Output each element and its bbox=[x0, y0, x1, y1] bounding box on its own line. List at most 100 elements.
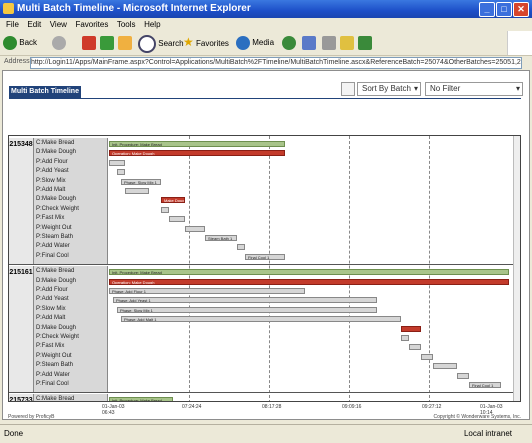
address-input[interactable]: http://Login11/Apps/MainFrame.aspx?Contr… bbox=[30, 57, 522, 69]
minimize-button[interactable]: _ bbox=[479, 2, 495, 17]
forward-arrow-icon bbox=[52, 35, 66, 50]
edit-button[interactable] bbox=[340, 35, 354, 50]
axis-tick-label: 01-Jan-03 06:43 bbox=[102, 404, 125, 416]
timeline-bar[interactable]: Make Dough bbox=[161, 197, 185, 204]
timeline-bar[interactable] bbox=[401, 325, 421, 332]
timeline-bar[interactable] bbox=[409, 344, 421, 351]
timeline-bar[interactable]: Final Cool 1 bbox=[469, 382, 501, 388]
home-icon bbox=[118, 35, 132, 50]
timeline-bar[interactable]: Phase: Slow Mix 1 bbox=[117, 306, 377, 313]
home-button[interactable] bbox=[118, 35, 132, 50]
step-label: P:Slow Mix bbox=[36, 305, 66, 312]
timeline-bar[interactable] bbox=[117, 169, 125, 176]
print-icon bbox=[322, 35, 336, 50]
menu-tools[interactable]: Tools bbox=[117, 18, 136, 31]
axis-tick-label: 09:09:16 bbox=[342, 404, 362, 410]
batch-separator bbox=[9, 392, 520, 394]
batch-id: 215348 bbox=[9, 141, 33, 148]
messenger-icon bbox=[358, 35, 372, 50]
menu-view[interactable]: View bbox=[50, 18, 67, 31]
timeline-bar[interactable] bbox=[169, 216, 185, 223]
timeline-bar[interactable]: Phase: Slow Mix 1 bbox=[121, 178, 161, 185]
timeline-bar[interactable]: Init. Procedure: Make Bread bbox=[109, 397, 173, 401]
batch-id-cell: 215348 bbox=[9, 138, 34, 265]
timeline-bar[interactable] bbox=[161, 206, 169, 213]
step-label: C:Make Bread bbox=[36, 140, 75, 146]
timeline-bar[interactable] bbox=[401, 335, 409, 341]
batch-id-cell: 215161 bbox=[9, 266, 34, 393]
timeline-bar[interactable]: Phase: Add Flour 1 bbox=[109, 288, 305, 294]
sort-select[interactable]: Sort By Batch ▾ bbox=[357, 82, 421, 96]
step-label: D:Make Dough bbox=[36, 277, 77, 284]
timeline-bar[interactable] bbox=[433, 363, 457, 370]
step-label: C:Make Bread bbox=[36, 396, 75, 402]
edit-icon bbox=[340, 35, 354, 50]
timeline-bar[interactable]: Init. Procedure: Make Bread bbox=[109, 269, 509, 276]
back-arrow-icon bbox=[3, 35, 17, 50]
stop-button[interactable] bbox=[82, 35, 96, 50]
chevron-down-icon: ▾ bbox=[413, 84, 418, 93]
timeline-bar[interactable]: Final Cool 1 bbox=[245, 253, 285, 260]
timeline-grid: 215348 C:Make Bread D:Make Dough P:Add Flou… bbox=[8, 135, 521, 402]
timeline-bar[interactable]: Operation: Make Dough bbox=[109, 278, 509, 285]
back-button[interactable]: Back bbox=[3, 35, 37, 50]
timeline-bar[interactable] bbox=[457, 372, 469, 379]
timeline-bar[interactable]: Steam Bath 1 bbox=[205, 235, 237, 241]
step-label: C:Make Bread bbox=[36, 268, 75, 275]
step-label: P:Add Yeast bbox=[36, 296, 69, 303]
step-label: P:Add Flour bbox=[36, 286, 68, 293]
forward-button[interactable] bbox=[52, 35, 66, 50]
favorites-button[interactable]: ★ Favorites bbox=[183, 35, 229, 50]
print-view-icon[interactable] bbox=[341, 82, 355, 96]
messenger-button[interactable] bbox=[358, 35, 372, 50]
history-icon bbox=[282, 35, 296, 50]
step-label: P:Add Flour bbox=[36, 158, 68, 165]
browser-toolbar: Back Search ★ Favorites Media bbox=[0, 31, 532, 56]
step-label: P:Weight Out bbox=[36, 352, 72, 359]
step-label: P:Final Cool bbox=[36, 380, 69, 387]
menu-edit[interactable]: Edit bbox=[27, 18, 41, 31]
timeline-bar[interactable]: Init. Procedure: Make Bread bbox=[109, 141, 285, 147]
timeline-bar[interactable]: Operation: Make Dough bbox=[109, 150, 285, 157]
search-button[interactable]: Search bbox=[138, 35, 184, 53]
media-icon bbox=[236, 35, 250, 50]
timeline-bar[interactable] bbox=[125, 188, 149, 194]
tab-multi-batch-timeline[interactable]: Multi Batch Timeline bbox=[9, 86, 81, 98]
status-text: Done bbox=[4, 429, 24, 438]
address-label: Address bbox=[4, 58, 30, 65]
mail-button[interactable] bbox=[302, 35, 316, 50]
star-icon: ★ bbox=[183, 35, 194, 49]
menu-file[interactable]: File bbox=[6, 18, 19, 31]
window-title: Multi Batch Timeline - Microsoft Interne… bbox=[17, 3, 251, 14]
stop-icon bbox=[82, 35, 96, 50]
batch-id-cell: 215733 bbox=[9, 394, 34, 401]
timeline-bar[interactable] bbox=[237, 244, 245, 251]
vertical-scrollbar[interactable] bbox=[513, 136, 520, 401]
step-label: P:Check Weight bbox=[36, 205, 79, 212]
timeline-bar[interactable] bbox=[421, 353, 433, 360]
timeline-bar[interactable] bbox=[185, 225, 205, 232]
print-button[interactable] bbox=[322, 35, 336, 50]
axis-tick-label: 07:24:24 bbox=[182, 404, 202, 410]
timeline-bar[interactable]: Phase: Add Malt 1 bbox=[121, 316, 401, 323]
window-titlebar: Multi Batch Timeline - Microsoft Interne… bbox=[0, 0, 532, 18]
footer-powered-by: Powered by ProficyB bbox=[8, 414, 55, 420]
mail-icon bbox=[302, 35, 316, 50]
filter-select[interactable]: No Filter ▾ bbox=[425, 82, 523, 96]
search-icon bbox=[138, 35, 156, 53]
timeline-bar[interactable]: Phase: Add Yeast 1 bbox=[113, 297, 377, 304]
refresh-button[interactable] bbox=[100, 35, 114, 50]
tab-underline bbox=[9, 98, 521, 99]
media-button[interactable]: Media bbox=[236, 35, 274, 50]
history-button[interactable] bbox=[282, 35, 296, 50]
menu-favorites[interactable]: Favorites bbox=[75, 18, 108, 31]
step-label: P:Check Weight bbox=[36, 333, 79, 340]
close-button[interactable]: ✕ bbox=[513, 2, 529, 17]
page-content: Multi Batch Timeline Sort By Batch ▾ No … bbox=[2, 70, 530, 420]
step-label-column: C:Make Bread D:Make Dough P:Add Flour P:Add… bbox=[34, 138, 108, 265]
footer-copyright: Copyright © Wonderware Systems, Inc. bbox=[433, 414, 521, 420]
step-label: P:Fast Mix bbox=[36, 215, 65, 222]
menu-help[interactable]: Help bbox=[144, 18, 160, 31]
maximize-button[interactable]: □ bbox=[496, 2, 512, 17]
timeline-bar[interactable] bbox=[109, 159, 125, 166]
